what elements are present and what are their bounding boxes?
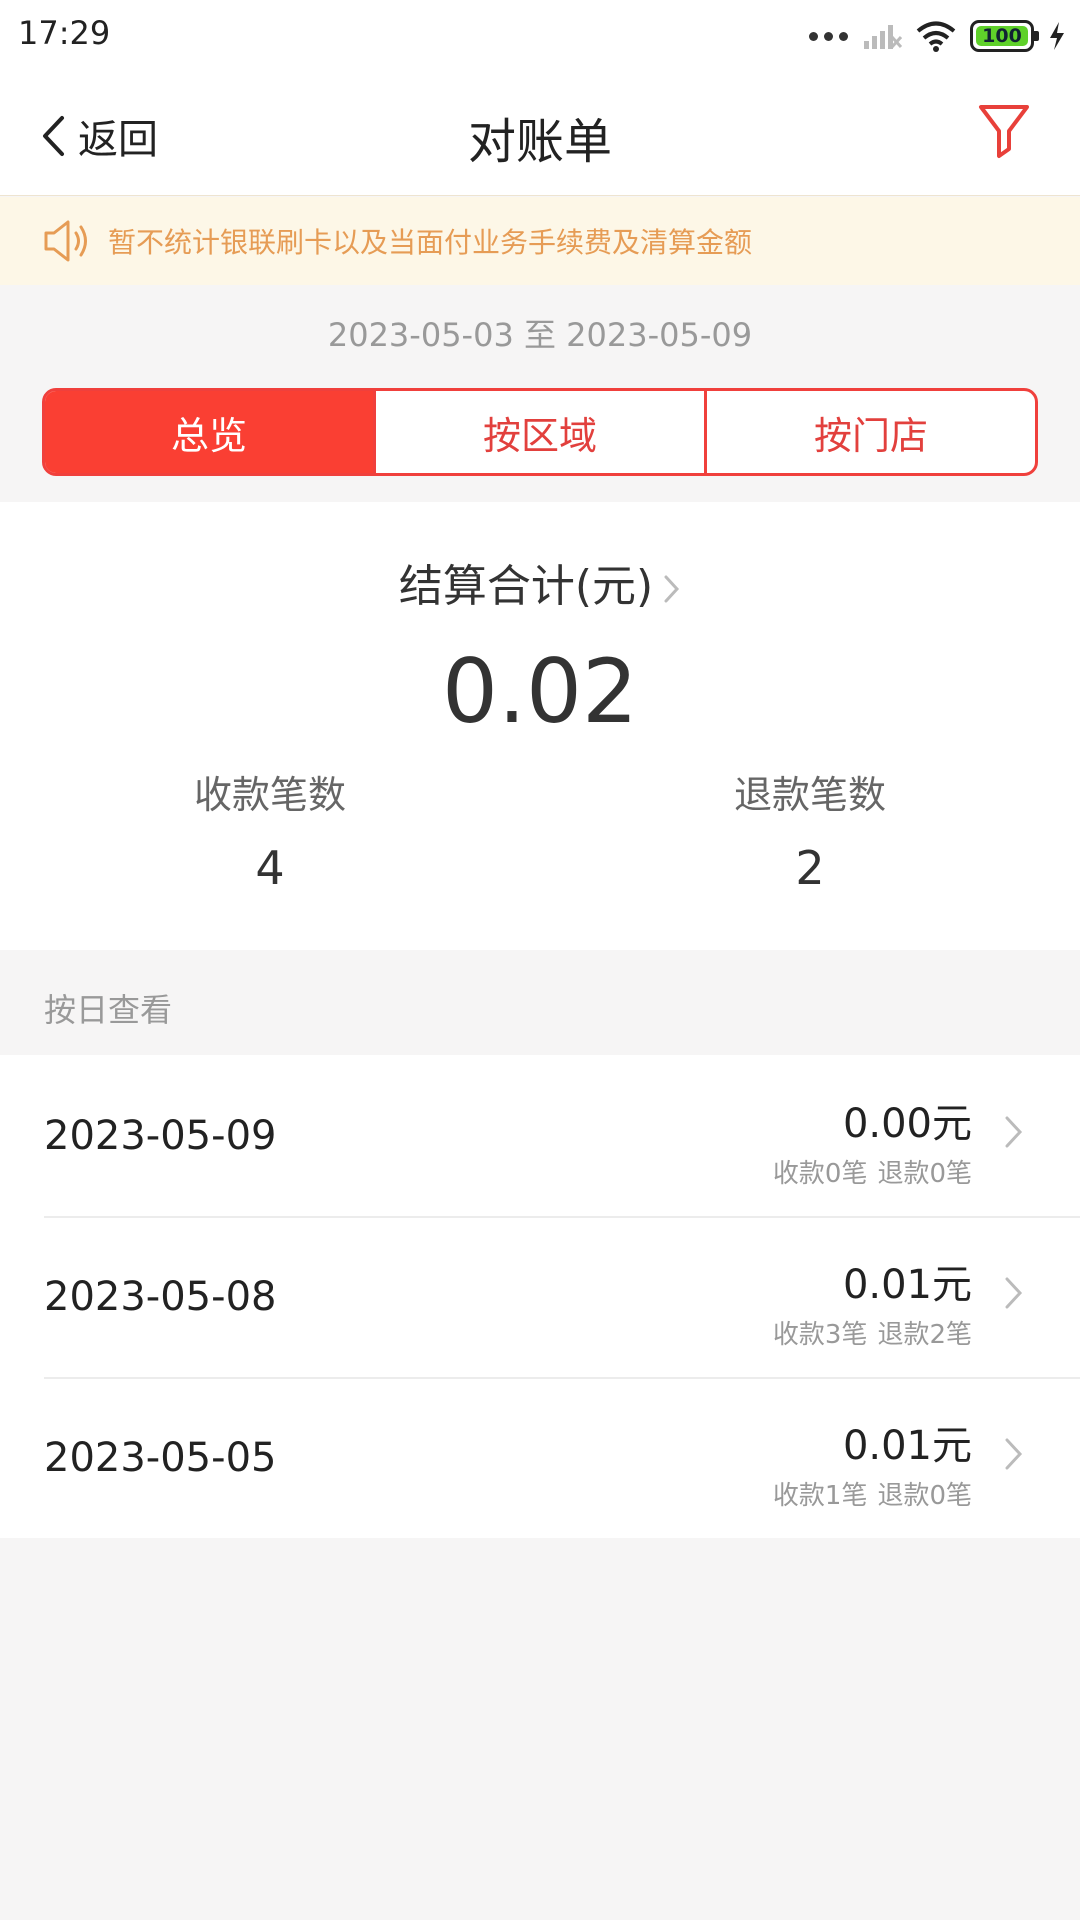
tab-by-region[interactable]: 按区域 bbox=[373, 391, 704, 473]
daily-list: 2023-05-09 0.00元 收款0笔 退款0笔 2023-05-08 0.0… bbox=[0, 1055, 1080, 1538]
day-date: 2023-05-09 bbox=[44, 1113, 277, 1159]
battery-icon: 100 bbox=[970, 20, 1039, 52]
settlement-total-link[interactable]: 结算合计(元) bbox=[0, 550, 1080, 615]
section-header-daily: 按日查看 bbox=[44, 991, 173, 1029]
nav-bar: 返回 对账单 bbox=[0, 76, 1080, 196]
day-date: 2023-05-05 bbox=[44, 1435, 277, 1481]
tab-by-store[interactable]: 按门店 bbox=[704, 391, 1035, 473]
filter-button[interactable] bbox=[972, 98, 1036, 162]
signal-icon bbox=[864, 25, 902, 49]
day-amount: 0.01元 bbox=[842, 1423, 972, 1469]
summary-card: 结算合计(元) 0.02 收款笔数 4 退款笔数 2 bbox=[0, 502, 1080, 950]
receipts-count-label: 收款笔数 bbox=[193, 773, 346, 817]
day-counts: 收款1笔 退款0笔 bbox=[772, 1481, 972, 1511]
receipts-count-value: 4 bbox=[255, 841, 285, 895]
list-item[interactable]: 2023-05-05 0.01元 收款1笔 退款0笔 bbox=[0, 1377, 1080, 1538]
notice-banner: 暂不统计银联刷卡以及当面付业务手续费及清算金额 bbox=[0, 197, 1080, 285]
day-date: 2023-05-08 bbox=[44, 1274, 277, 1320]
day-amount: 0.00元 bbox=[842, 1101, 972, 1147]
status-bar: 17:29 100 bbox=[0, 0, 1080, 76]
refunds-count-label: 退款笔数 bbox=[733, 773, 886, 817]
settlement-total-label: 结算合计(元) bbox=[398, 561, 654, 612]
day-counts: 收款3笔 退款2笔 bbox=[772, 1320, 972, 1350]
list-item[interactable]: 2023-05-08 0.01元 收款3笔 退款2笔 bbox=[0, 1216, 1080, 1377]
filter-icon bbox=[979, 105, 1029, 158]
notice-text: 暂不统计银联刷卡以及当面付业务手续费及清算金额 bbox=[108, 226, 753, 259]
charging-icon bbox=[1050, 22, 1064, 50]
more-dots-icon bbox=[809, 31, 848, 41]
chevron-right-icon bbox=[1005, 1438, 1023, 1470]
refunds-count: 退款笔数 2 bbox=[540, 764, 1080, 895]
tab-overview[interactable]: 总览 bbox=[45, 391, 373, 473]
chevron-right-icon bbox=[663, 564, 681, 615]
status-icons: 100 bbox=[809, 16, 1066, 56]
list-item[interactable]: 2023-05-09 0.00元 收款0笔 退款0笔 bbox=[0, 1055, 1080, 1216]
refunds-count-value: 2 bbox=[795, 841, 825, 895]
settlement-total-value: 0.02 bbox=[442, 640, 638, 743]
speaker-icon bbox=[44, 220, 87, 262]
day-counts: 收款0笔 退款0笔 bbox=[772, 1159, 972, 1189]
status-time: 17:29 bbox=[18, 14, 111, 52]
wifi-icon bbox=[916, 21, 956, 52]
receipts-count: 收款笔数 4 bbox=[0, 764, 540, 895]
chevron-right-icon bbox=[1005, 1277, 1023, 1309]
view-tabs: 总览 按区域 按门店 bbox=[42, 388, 1038, 476]
page-title: 对账单 bbox=[467, 114, 612, 170]
day-amount: 0.01元 bbox=[842, 1262, 972, 1308]
chevron-right-icon bbox=[1005, 1116, 1023, 1148]
date-range: 2023-05-03 至 2023-05-09 bbox=[327, 316, 753, 354]
